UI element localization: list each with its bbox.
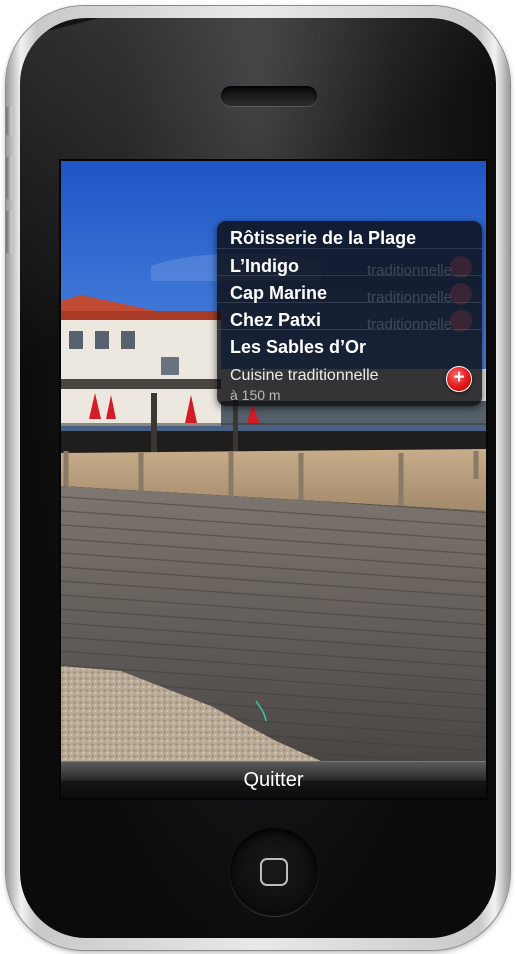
home-square-icon: [260, 858, 288, 886]
poi-name: Chez Patxi: [230, 310, 322, 330]
poi-item-les-sables-dor[interactable]: Les Sables d’Or Cuisine traditionnelle à…: [217, 329, 482, 406]
poi-description: Cuisine traditionnelle: [230, 367, 379, 384]
poi-name: L’Indigo: [230, 256, 299, 276]
earpiece-speaker: [221, 86, 317, 106]
volume-down-button: [6, 210, 12, 254]
quit-button[interactable]: Quitter: [61, 761, 486, 798]
poi-name: Rôtisserie de la Plage: [230, 228, 417, 248]
poi-list-panel: Rôtisserie de la Plage traditionnelle L’…: [217, 221, 482, 406]
poi-name: Les Sables d’Or: [230, 337, 367, 357]
mute-switch: [6, 106, 12, 136]
screen: Rôtisserie de la Plage traditionnelle L’…: [61, 161, 486, 798]
quit-button-label: Quitter: [243, 769, 304, 791]
poi-distance: à 150 m: [230, 387, 281, 403]
volume-up-button: [6, 156, 12, 200]
plus-icon[interactable]: +: [446, 366, 472, 392]
poi-name: Cap Marine: [230, 283, 328, 303]
home-button[interactable]: [230, 828, 318, 916]
